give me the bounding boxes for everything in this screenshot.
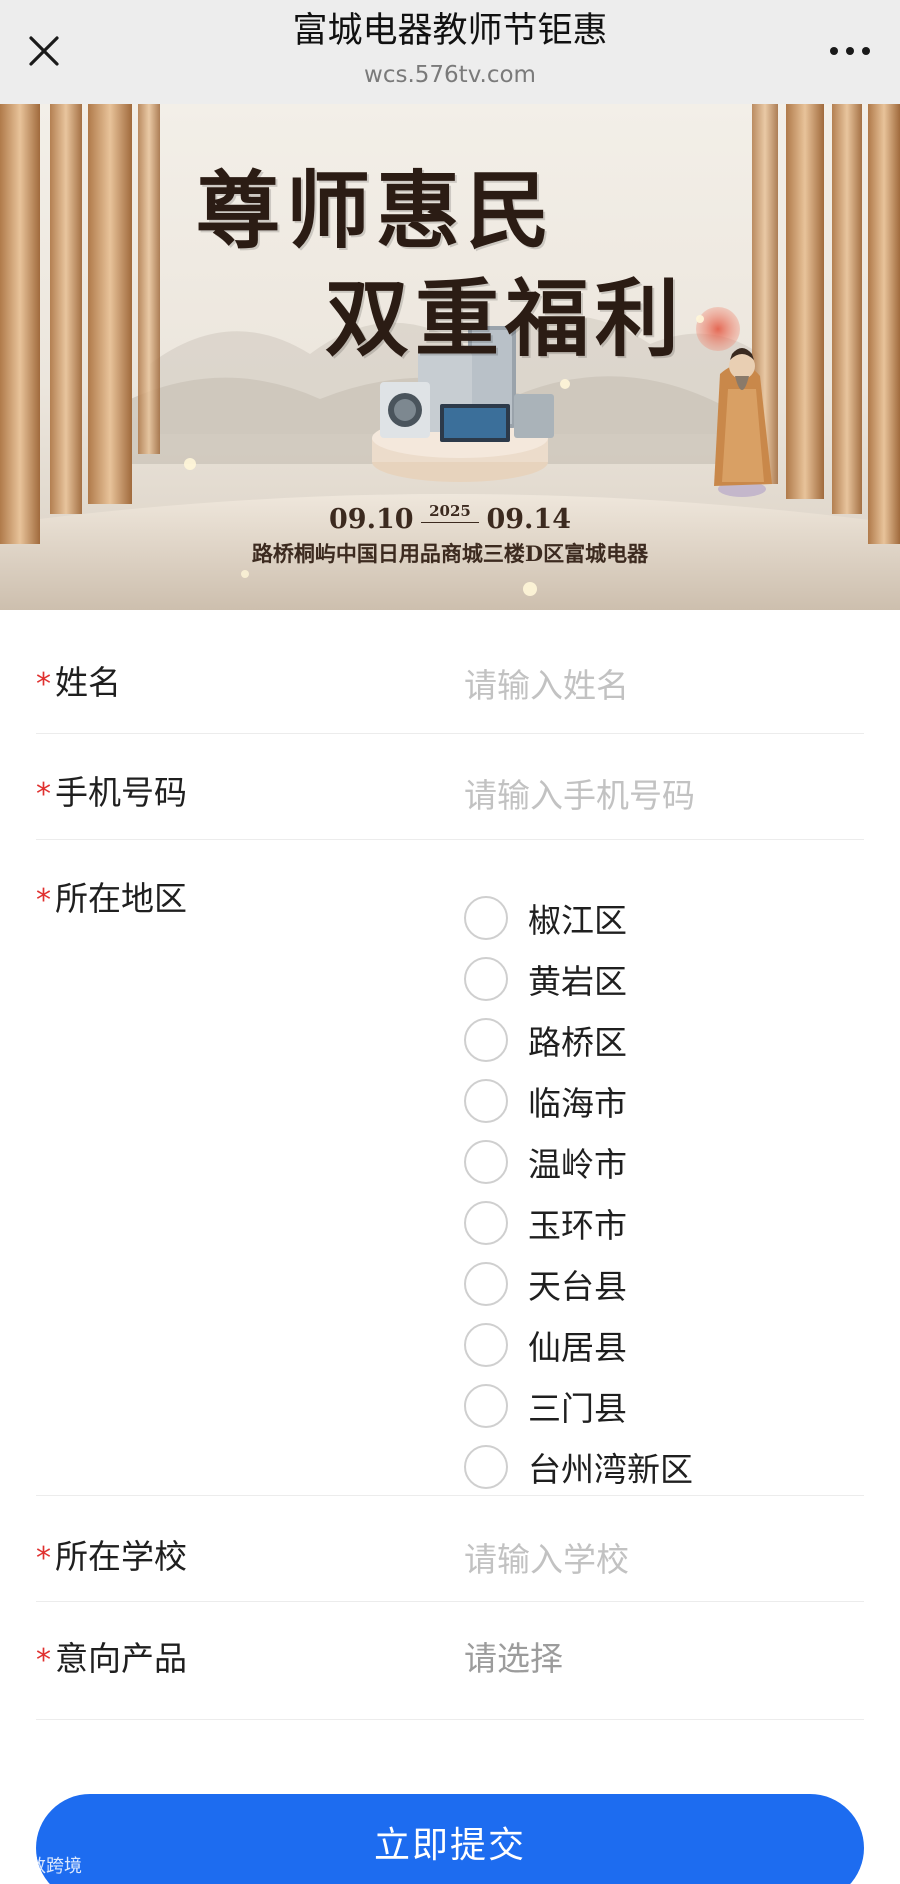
region-option[interactable]: 临海市 — [464, 1076, 864, 1126]
region-option-label: 天台县 — [528, 1267, 627, 1306]
radio-circle-icon — [464, 1323, 508, 1367]
radio-circle-icon — [464, 1018, 508, 1062]
region-option-label: 椒江区 — [528, 901, 627, 940]
radio-circle-icon — [464, 1262, 508, 1306]
region-option[interactable]: 路桥区 — [464, 1015, 864, 1065]
form-row-school: * 所在学校 — [36, 1496, 864, 1602]
region-option-label: 临海市 — [528, 1084, 627, 1123]
more-button[interactable] — [822, 24, 878, 78]
region-option-label: 台州湾新区 — [528, 1450, 693, 1489]
radio-circle-icon — [464, 1201, 508, 1245]
region-option[interactable]: 温岭市 — [464, 1137, 864, 1187]
region-option[interactable]: 天台县 — [464, 1259, 864, 1309]
required-mark: * — [36, 777, 51, 812]
radio-circle-icon — [464, 1445, 508, 1489]
required-mark: * — [36, 883, 51, 918]
banner-dates: 09.10 2025 09.14 — [0, 502, 900, 535]
page-title: 富城电器教师节钜惠 — [292, 11, 608, 51]
phone-label: * 手机号码 — [36, 766, 187, 814]
title-area: 富城电器教师节钜惠 wcs.576tv.com — [150, 8, 750, 90]
page-url: wcs.576tv.com — [364, 62, 536, 88]
phone-label-text: 手机号码 — [55, 773, 187, 812]
banner-title-line2: 双重福利 — [325, 269, 686, 368]
sun-shape — [696, 307, 740, 351]
name-input[interactable] — [464, 660, 864, 710]
required-mark: * — [36, 1643, 51, 1678]
region-option[interactable]: 椒江区 — [464, 893, 864, 943]
school-label-text: 所在学校 — [55, 1537, 187, 1576]
banner-year: 2025 — [421, 502, 479, 523]
banner-date-start: 09.10 — [329, 504, 414, 535]
school-label: * 所在学校 — [36, 1530, 187, 1578]
close-button[interactable] — [22, 24, 66, 78]
region-option[interactable]: 仙居县 — [464, 1320, 864, 1370]
region-option-label: 黄岩区 — [528, 962, 627, 1001]
region-option-label: 路桥区 — [528, 1023, 627, 1062]
banner-title-line1: 尊师惠民 — [196, 161, 557, 260]
name-label-text: 姓名 — [55, 663, 121, 702]
region-option[interactable]: 台州湾新区 — [464, 1442, 864, 1492]
promo-banner: 尊师惠民 双重福利 09.10 2025 09.14 路桥桐屿中国日用品商城三楼… — [0, 104, 900, 610]
top-bar: 富城电器教师节钜惠 wcs.576tv.com — [0, 0, 900, 104]
radio-circle-icon — [464, 896, 508, 940]
region-option-label: 三门县 — [528, 1389, 627, 1428]
region-label: * 所在地区 — [36, 872, 187, 920]
radio-circle-icon — [464, 1384, 508, 1428]
radio-circle-icon — [464, 1140, 508, 1184]
school-input[interactable] — [464, 1534, 864, 1584]
region-option[interactable]: 玉环市 — [464, 1198, 864, 1248]
close-icon — [29, 36, 59, 66]
region-option[interactable]: 黄岩区 — [464, 954, 864, 1004]
form-row-name: * 姓名 — [36, 610, 864, 734]
region-option-label: 玉环市 — [528, 1206, 627, 1245]
phone-input[interactable] — [464, 770, 864, 820]
banner-address: 路桥桐屿中国日用品商城三楼D区富城电器 — [251, 541, 649, 566]
form-row-phone: * 手机号码 — [36, 734, 864, 840]
region-option[interactable]: 三门县 — [464, 1381, 864, 1431]
required-mark: * — [36, 1541, 51, 1576]
product-label-text: 意向产品 — [55, 1639, 187, 1678]
name-label: * 姓名 — [36, 656, 121, 704]
banner-date-end: 09.14 — [486, 504, 571, 535]
form-row-region: * 所在地区 椒江区 黄岩区 路桥区 临海市 温岭市 玉环市 天台县 仙居县 三… — [36, 840, 864, 1496]
watermark: 大数跨境 — [10, 1856, 82, 1877]
required-mark: * — [36, 667, 51, 702]
form-row-product: * 意向产品 请选择 — [36, 1602, 864, 1720]
submit-button[interactable]: 立即提交 — [36, 1794, 864, 1884]
product-select[interactable]: 请选择 — [464, 1632, 563, 1680]
region-option-label: 温岭市 — [528, 1145, 627, 1184]
radio-circle-icon — [464, 1079, 508, 1123]
radio-circle-icon — [464, 957, 508, 1001]
more-dots-icon — [830, 47, 870, 55]
region-label-text: 所在地区 — [55, 879, 187, 918]
product-label: * 意向产品 — [36, 1632, 187, 1680]
region-option-label: 仙居县 — [528, 1328, 627, 1367]
